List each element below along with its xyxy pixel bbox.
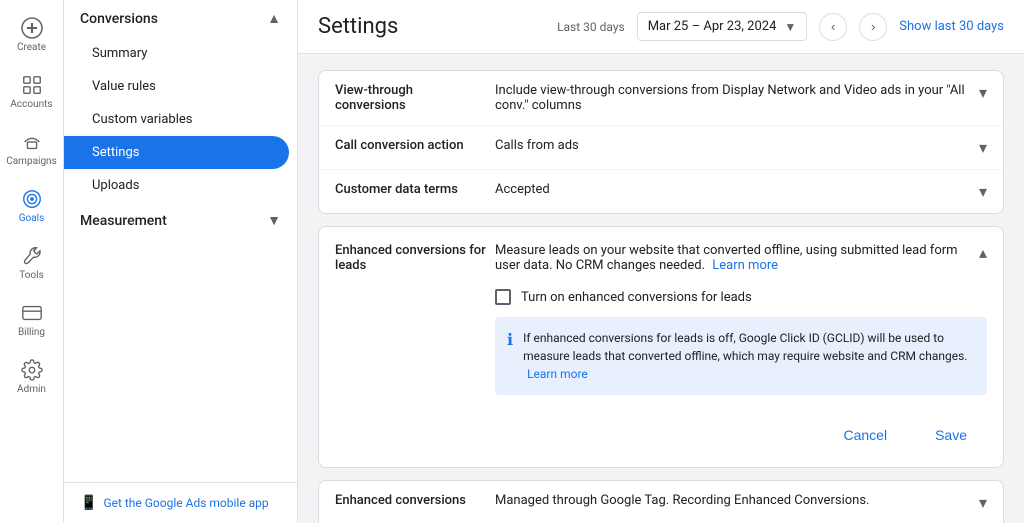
nav-goals[interactable]: Goals xyxy=(0,179,63,232)
call-conversion-chevron: ▾ xyxy=(979,138,987,157)
sidebar-conversions-header[interactable]: Conversions ▲ xyxy=(64,0,297,37)
calendar-dropdown-icon: ▼ xyxy=(784,20,796,34)
info-icon: ℹ xyxy=(507,330,513,349)
sidebar-measurement-label: Measurement xyxy=(80,213,167,229)
action-row: Cancel Save xyxy=(319,411,1003,467)
sidebar-item-value-rules[interactable]: Value rules xyxy=(64,70,297,103)
enhanced-leads-section: Enhanced conversions for leads Measure l… xyxy=(318,226,1004,468)
view-through-value: Include view-through conversions from Di… xyxy=(495,83,971,113)
enhanced-conversions-value: Managed through Google Tag. Recording En… xyxy=(495,493,971,508)
enhanced-learn-more-link[interactable]: Learn more xyxy=(712,258,778,273)
sidebar-item-uploads[interactable]: Uploads xyxy=(64,169,297,202)
nav-admin[interactable]: Admin xyxy=(0,350,63,403)
nav-billing-label: Billing xyxy=(18,327,45,338)
chevron-down-icon: ▼ xyxy=(267,212,281,229)
view-through-chevron: ▾ xyxy=(979,83,987,102)
main-header: Settings Last 30 days Mar 25 – Apr 23, 2… xyxy=(298,0,1024,54)
nav-admin-label: Admin xyxy=(17,384,46,395)
page-title: Settings xyxy=(318,14,545,39)
sidebar-item-settings[interactable]: Settings xyxy=(64,136,289,169)
call-conversion-row[interactable]: Call conversion action Calls from ads ▾ xyxy=(319,126,1003,170)
sidebar-measurement-header[interactable]: Measurement ▼ xyxy=(64,202,297,239)
call-conversion-value: Calls from ads xyxy=(495,138,971,153)
nav-create[interactable]: Create xyxy=(0,8,63,61)
date-prev-button[interactable]: ‹ xyxy=(819,13,847,41)
enhanced-leads-header[interactable]: Enhanced conversions for leads Measure l… xyxy=(319,227,1003,289)
call-conversion-label: Call conversion action xyxy=(335,138,495,153)
billing-icon xyxy=(20,301,44,325)
settings-top-card: View-through conversions Include view-th… xyxy=(318,70,1004,214)
phone-icon: 📱 xyxy=(80,495,97,511)
enhanced-leads-chevron-up: ▴ xyxy=(979,243,987,273)
campaigns-icon xyxy=(20,130,44,154)
mobile-app-link[interactable]: 📱 Get the Google Ads mobile app xyxy=(80,495,281,511)
nav-tools-label: Tools xyxy=(19,270,43,281)
customer-data-value: Accepted xyxy=(495,182,971,197)
nav-goals-label: Goals xyxy=(19,213,45,224)
enhanced-leads-title: Enhanced conversions for leads xyxy=(335,243,495,273)
left-navigation: Create Accounts Campaigns xyxy=(0,0,64,523)
info-box: ℹ If enhanced conversions for leads is o… xyxy=(495,317,987,395)
tools-icon xyxy=(20,244,44,268)
info-text: If enhanced conversions for leads is off… xyxy=(523,329,975,383)
nav-create-label: Create xyxy=(17,42,46,53)
checkbox-label: Turn on enhanced conversions for leads xyxy=(521,290,752,305)
date-range-value: Mar 25 – Apr 23, 2024 xyxy=(648,19,777,34)
enhanced-leads-desc: Measure leads on your website that conve… xyxy=(495,243,971,273)
nav-accounts[interactable]: Accounts xyxy=(0,65,63,118)
goals-icon xyxy=(20,187,44,211)
info-learn-more-link[interactable]: Learn more xyxy=(527,367,588,381)
customer-data-label: Customer data terms xyxy=(335,182,495,197)
checkbox-row: Turn on enhanced conversions for leads xyxy=(495,289,987,305)
main-content: Settings Last 30 days Mar 25 – Apr 23, 2… xyxy=(298,0,1024,523)
save-button[interactable]: Save xyxy=(915,419,987,451)
customer-data-chevron: ▾ xyxy=(979,182,987,201)
sidebar-item-summary[interactable]: Summary xyxy=(64,37,297,70)
sidebar-item-custom-variables[interactable]: Custom variables xyxy=(64,103,297,136)
nav-billing[interactable]: Billing xyxy=(0,293,63,346)
enhanced-leads-checkbox[interactable] xyxy=(495,289,511,305)
content-area: View-through conversions Include view-th… xyxy=(298,54,1024,523)
date-range-label: Last 30 days xyxy=(557,20,625,34)
nav-tools[interactable]: Tools xyxy=(0,236,63,289)
chevron-up-icon: ▲ xyxy=(267,10,281,27)
enhanced-conversions-row[interactable]: Enhanced conversions Managed through Goo… xyxy=(319,481,1003,523)
settings-bottom-card: Enhanced conversions Managed through Goo… xyxy=(318,480,1004,523)
sidebar: Conversions ▲ Summary Value rules Custom… xyxy=(64,0,298,523)
nav-campaigns[interactable]: Campaigns xyxy=(0,122,63,175)
customer-data-row[interactable]: Customer data terms Accepted ▾ xyxy=(319,170,1003,213)
date-next-button[interactable]: › xyxy=(859,13,887,41)
view-through-label: View-through conversions xyxy=(335,83,495,113)
enhanced-conversions-chevron: ▾ xyxy=(979,493,987,512)
create-icon xyxy=(20,16,44,40)
enhanced-conversions-label: Enhanced conversions xyxy=(335,493,495,508)
enhanced-leads-body: Turn on enhanced conversions for leads ℹ… xyxy=(319,289,1003,411)
show-last-days-link[interactable]: Show last 30 days xyxy=(899,19,1004,34)
date-range-picker[interactable]: Mar 25 – Apr 23, 2024 ▼ xyxy=(637,12,808,41)
view-through-row[interactable]: View-through conversions Include view-th… xyxy=(319,71,1003,126)
nav-accounts-label: Accounts xyxy=(10,99,52,110)
nav-campaigns-label: Campaigns xyxy=(6,156,57,167)
admin-icon xyxy=(20,358,44,382)
accounts-icon xyxy=(20,73,44,97)
sidebar-conversions-label: Conversions xyxy=(80,11,158,27)
cancel-button[interactable]: Cancel xyxy=(823,419,907,451)
